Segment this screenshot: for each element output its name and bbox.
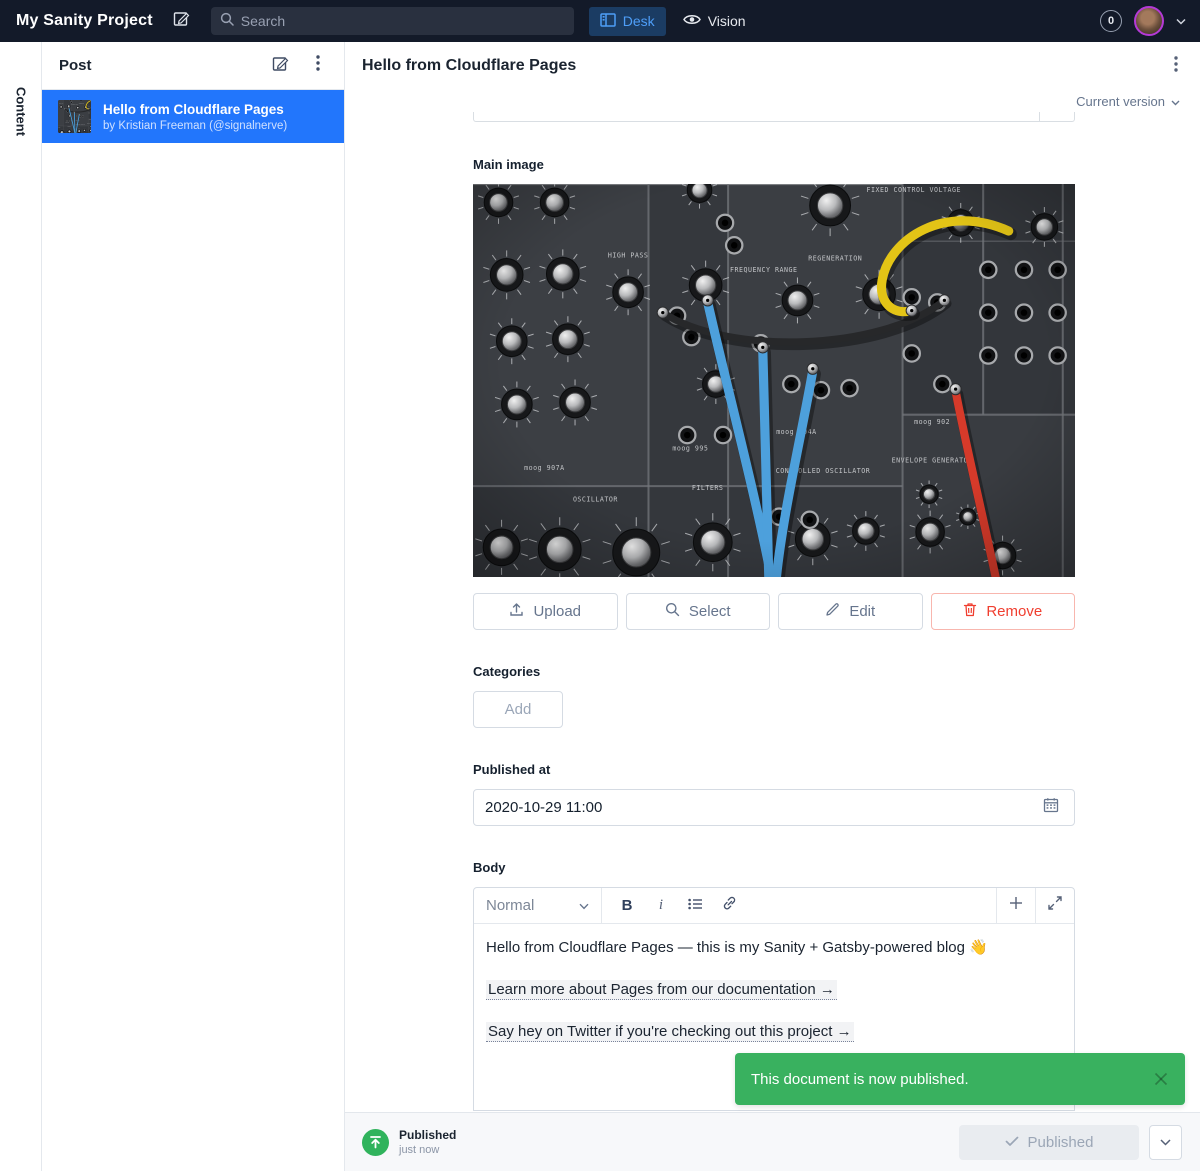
text-style-value: Normal	[486, 897, 534, 914]
eye-icon	[683, 13, 701, 29]
upload-button[interactable]: Upload	[473, 593, 618, 630]
upload-icon	[509, 602, 524, 621]
document-form: Main image HIGH PASSmoog 907Amoog 995moo…	[345, 112, 1200, 1112]
compose-button[interactable]	[167, 6, 197, 36]
chevron-down-icon	[579, 897, 589, 915]
add-category-button[interactable]: Add	[473, 691, 563, 728]
published-at-label: Published at	[473, 762, 1075, 777]
tab-desk[interactable]: Desk	[589, 7, 666, 36]
chevron-down-icon	[1160, 1133, 1171, 1151]
bullet-list-icon	[688, 897, 703, 915]
expand-icon	[1048, 896, 1062, 915]
kebab-menu-icon	[1174, 56, 1178, 77]
avatar[interactable]	[1134, 6, 1164, 36]
synth-photo: HIGH PASSmoog 907Amoog 995moog 904AFILTE…	[473, 184, 1075, 577]
categories-label: Categories	[473, 664, 1075, 679]
published-at-input[interactable]	[485, 799, 1039, 816]
search-icon	[220, 12, 234, 31]
content-tab[interactable]: Content	[13, 87, 28, 136]
edit-button[interactable]: Edit	[778, 593, 923, 630]
calendar-icon	[1043, 797, 1059, 818]
status-subtitle: just now	[399, 1144, 456, 1156]
project-title: My Sanity Project	[16, 12, 153, 30]
post-item-title: Hello from Cloudflare Pages	[103, 102, 287, 117]
publish-status: Published just now	[362, 1128, 456, 1156]
list-item-post[interactable]: Hello from Cloudflare Pages by Kristian …	[42, 90, 344, 143]
link-icon	[722, 896, 737, 915]
compose-icon	[173, 10, 190, 32]
chevron-down-icon	[1171, 94, 1180, 109]
remove-button[interactable]: Remove	[931, 593, 1076, 630]
version-selector[interactable]: Current version	[1076, 94, 1180, 109]
document-title: Hello from Cloudflare Pages	[362, 57, 576, 75]
body-link-docs[interactable]: Learn more about Pages from our document…	[486, 980, 837, 1000]
kebab-menu-icon	[316, 55, 320, 76]
publish-button[interactable]: Published	[959, 1125, 1139, 1160]
select-button[interactable]: Select	[626, 593, 771, 630]
post-panel-header: Post	[42, 42, 344, 90]
desk-icon	[600, 13, 616, 30]
main-image-preview[interactable]: HIGH PASSmoog 907Amoog 995moog 904AFILTE…	[473, 184, 1075, 577]
trash-icon	[963, 602, 977, 621]
top-navbar: My Sanity Project Desk Vision 0	[0, 0, 1200, 42]
tab-vision-label: Vision	[708, 13, 746, 29]
editor-toolbar: Normal B i	[474, 888, 1074, 924]
navbar-right: 0	[1100, 6, 1186, 36]
slug-input-partial[interactable]	[473, 112, 1075, 122]
search-icon	[665, 602, 680, 621]
toast-message: This document is now published.	[751, 1071, 969, 1088]
published-icon	[362, 1129, 389, 1156]
version-row: Current version	[345, 90, 1200, 112]
calendar-button[interactable]	[1039, 796, 1063, 820]
post-list-panel: Post Hello from Cloudflare Pages	[42, 42, 345, 1171]
content-rail: Content	[0, 42, 42, 1171]
version-label: Current version	[1076, 94, 1165, 109]
search-bar	[211, 7, 574, 35]
body-paragraph[interactable]: Hello from Cloudflare Pages — this is my…	[486, 937, 1062, 958]
chevron-down-icon[interactable]	[1176, 12, 1186, 30]
main-image-label: Main image	[473, 157, 1075, 172]
publish-toast: This document is now published.	[735, 1053, 1185, 1105]
insert-block-button[interactable]	[997, 888, 1035, 923]
pencil-icon	[825, 602, 840, 621]
plus-icon	[1009, 896, 1023, 915]
italic-button[interactable]: i	[646, 892, 676, 920]
text-style-dropdown[interactable]: Normal	[474, 888, 601, 923]
published-at-field	[473, 789, 1075, 826]
notifications-badge[interactable]: 0	[1100, 10, 1122, 32]
search-input[interactable]	[241, 13, 565, 29]
link-button[interactable]	[714, 892, 744, 920]
check-icon	[1005, 1134, 1019, 1151]
compose-icon	[272, 55, 289, 77]
status-title: Published	[399, 1128, 456, 1142]
post-panel-menu-button[interactable]	[304, 52, 332, 80]
tool-tabs: Desk Vision	[589, 7, 757, 36]
post-thumbnail	[58, 100, 91, 133]
bold-button[interactable]: B	[612, 892, 642, 920]
document-header: Hello from Cloudflare Pages	[345, 42, 1200, 90]
document-pane: Hello from Cloudflare Pages Current vers…	[345, 42, 1200, 1171]
body-link-twitter[interactable]: Say hey on Twitter if you're checking ou…	[486, 1022, 854, 1042]
image-actions: Upload Select Edit	[473, 593, 1075, 630]
post-panel-title: Post	[59, 57, 92, 74]
bullet-list-button[interactable]	[680, 892, 710, 920]
fullscreen-button[interactable]	[1036, 888, 1074, 923]
publish-menu-button[interactable]	[1149, 1125, 1182, 1160]
post-item-subtitle: by Kristian Freeman (@signalnerve)	[103, 120, 287, 132]
new-post-button[interactable]	[266, 52, 294, 80]
tab-vision[interactable]: Vision	[672, 7, 757, 35]
document-menu-button[interactable]	[1162, 52, 1190, 80]
tab-desk-label: Desk	[623, 13, 655, 29]
document-footer: Published just now Published	[345, 1112, 1200, 1171]
toast-close-button[interactable]	[1153, 1071, 1169, 1087]
body-label: Body	[473, 860, 1075, 875]
